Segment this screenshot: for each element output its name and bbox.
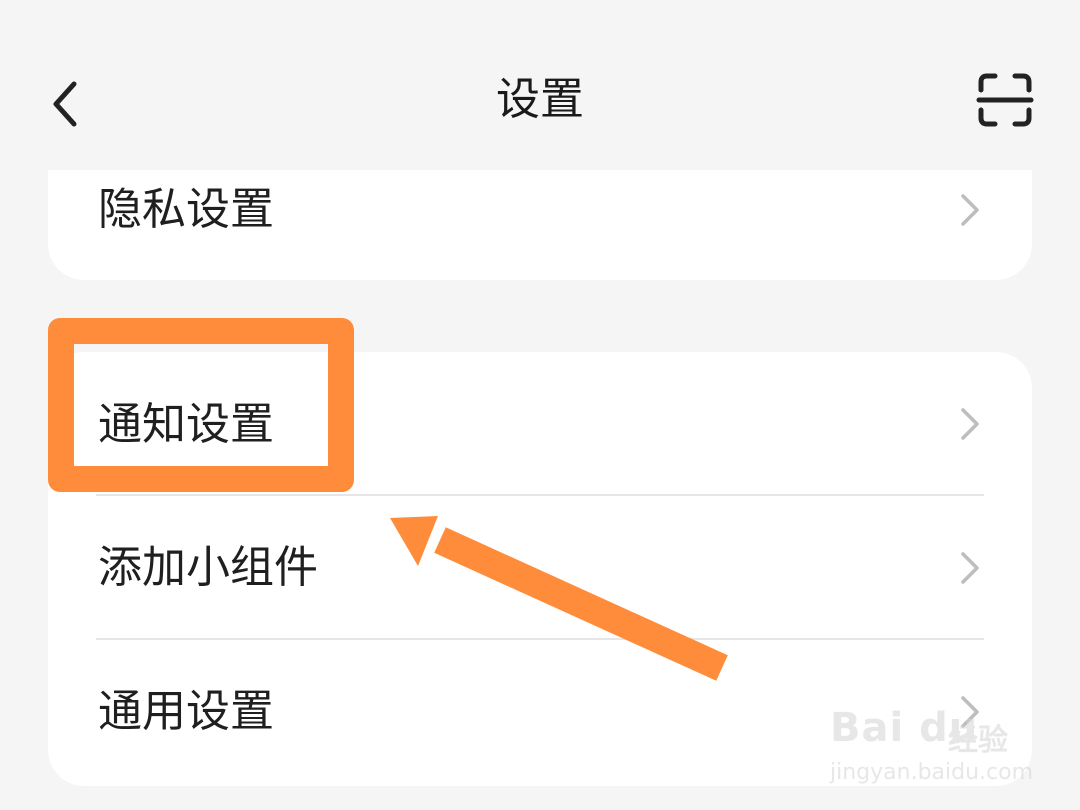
scan-button[interactable] bbox=[975, 70, 1035, 130]
settings-item-label: 添加小组件 bbox=[98, 542, 318, 593]
settings-item-label: 通用设置 bbox=[98, 686, 274, 737]
page-title: 设置 bbox=[496, 74, 584, 125]
chevron-right-icon bbox=[961, 194, 979, 226]
chevron-right-icon bbox=[961, 408, 979, 440]
baidu-watermark: Bai du 经验 jingyan.baidu.com bbox=[830, 690, 1034, 800]
chevron-right-icon bbox=[961, 552, 979, 584]
chevron-left-icon bbox=[53, 81, 77, 127]
settings-item-privacy[interactable]: 隐私设置 bbox=[48, 170, 1032, 280]
privacy-card: 隐私设置 bbox=[48, 170, 1032, 280]
top-bar: 设置 bbox=[0, 40, 1080, 160]
highlight-box bbox=[48, 318, 354, 492]
watermark-brand-cn: 经验 bbox=[948, 723, 1008, 758]
settings-item-add-widget[interactable]: 添加小组件 bbox=[48, 496, 1032, 638]
watermark-url: jingyan.baidu.com bbox=[830, 760, 1034, 785]
settings-item-label: 隐私设置 bbox=[98, 184, 274, 235]
scan-icon bbox=[976, 73, 1034, 127]
back-button[interactable] bbox=[40, 74, 100, 134]
